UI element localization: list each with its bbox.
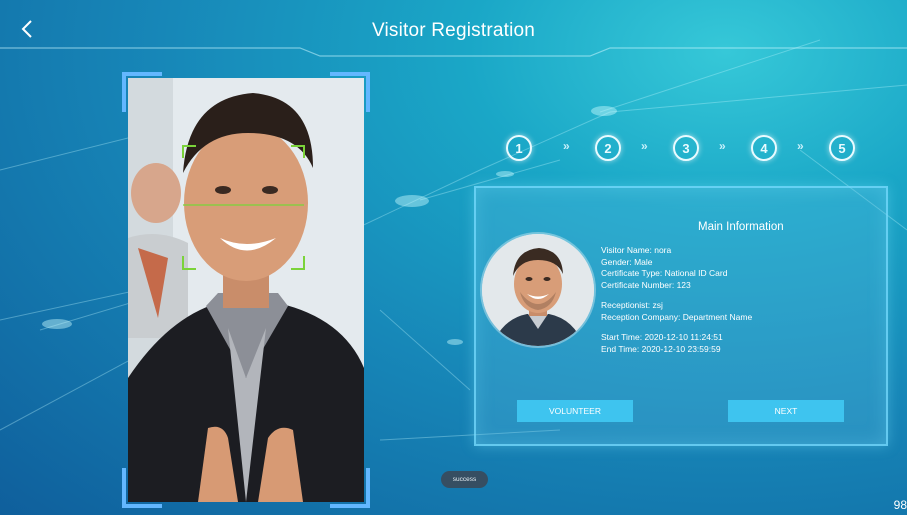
camera-preview [122, 72, 370, 508]
frame-corner [122, 72, 162, 112]
step-indicator: 1 » 2 » 3 » 4 » 5 [506, 135, 856, 161]
step-3: 3 [673, 135, 699, 161]
receptionist: Receptionist: zsj [601, 300, 663, 310]
step-separator: » [719, 139, 726, 153]
visitor-gender: Gender: Male [601, 256, 653, 267]
step-separator: » [797, 139, 804, 153]
frame-corner [330, 72, 370, 112]
avatar-photo [482, 234, 594, 346]
visitor-avatar [482, 234, 594, 346]
step-2: 2 [595, 135, 621, 161]
reception-company: Reception Company: Department Name [601, 311, 753, 322]
frame-corner [122, 468, 162, 508]
step-separator: » [641, 139, 648, 153]
step-separator: » [563, 139, 570, 153]
success-toast: success [441, 471, 488, 488]
corner-number: 98 [893, 498, 907, 512]
step-5: 5 [829, 135, 855, 161]
end-time: End Time: 2020-12-10 23:59:59 [601, 343, 721, 354]
next-button[interactable]: NEXT [728, 400, 844, 422]
main-information-panel: Main Information Visitor Name: nora Gend… [474, 186, 888, 446]
volunteer-button[interactable]: VOLUNTEER [517, 400, 633, 422]
visitor-registration-screen: Visitor Registration 1 » 2 » 3 » 4 » 5 M… [0, 0, 907, 515]
certificate-number: Certificate Number: 123 [601, 279, 691, 290]
certificate-type: Certificate Type: National ID Card [601, 268, 728, 278]
step-4: 4 [751, 135, 777, 161]
visitor-photo [128, 78, 364, 502]
visitor-name: Visitor Name: nora [601, 245, 672, 255]
header-divider [0, 47, 907, 57]
page-title: Visitor Registration [371, 20, 536, 41]
start-time: Start Time: 2020-12-10 11:24:51 [601, 332, 723, 342]
header-bar: Visitor Registration [0, 0, 907, 62]
panel-title: Main Information [698, 221, 784, 233]
camera-feed-image [128, 78, 364, 502]
visitor-details: Visitor Name: nora Gender: Male Certific… [601, 245, 752, 355]
step-1: 1 [506, 135, 532, 161]
frame-corner [330, 468, 370, 508]
